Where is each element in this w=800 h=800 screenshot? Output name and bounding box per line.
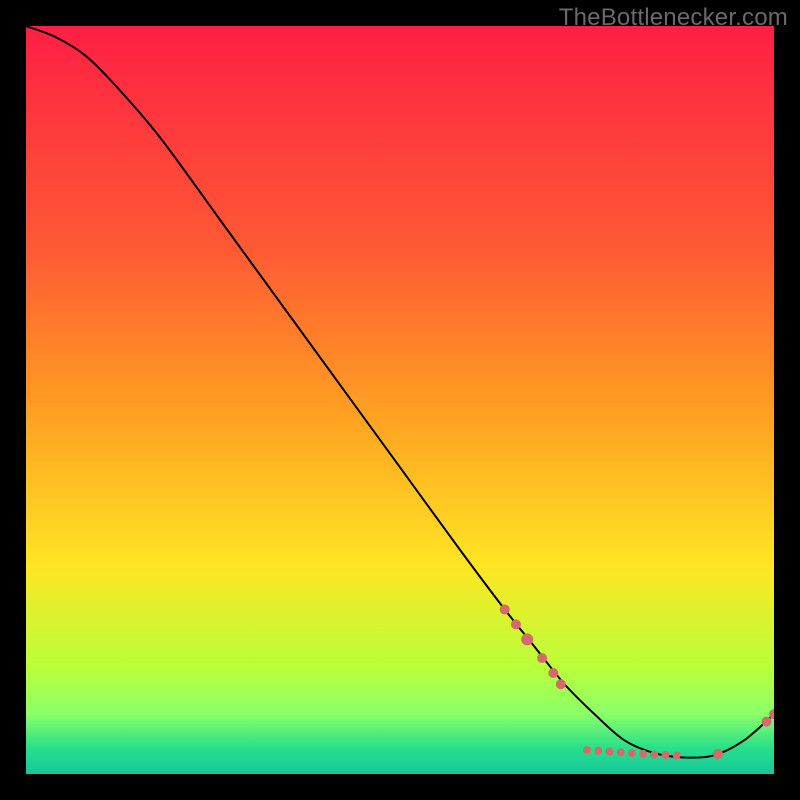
data-point [548, 668, 558, 678]
data-point [594, 747, 602, 755]
data-point [556, 679, 566, 689]
data-point [500, 604, 510, 614]
data-point [617, 748, 625, 756]
data-point [511, 619, 521, 629]
data-point [673, 751, 681, 759]
plot-area [26, 26, 774, 774]
data-point [762, 717, 772, 727]
bottleneck-chart [26, 26, 774, 774]
data-point [662, 751, 670, 759]
chart-frame: TheBottlenecker.com [0, 0, 800, 800]
data-point [583, 746, 591, 754]
data-point [605, 748, 613, 756]
data-point [639, 750, 647, 758]
data-point [713, 749, 723, 759]
data-point [537, 653, 547, 663]
gradient-background [26, 26, 774, 774]
data-point [521, 633, 533, 645]
data-point [628, 749, 636, 757]
data-point [650, 751, 658, 759]
